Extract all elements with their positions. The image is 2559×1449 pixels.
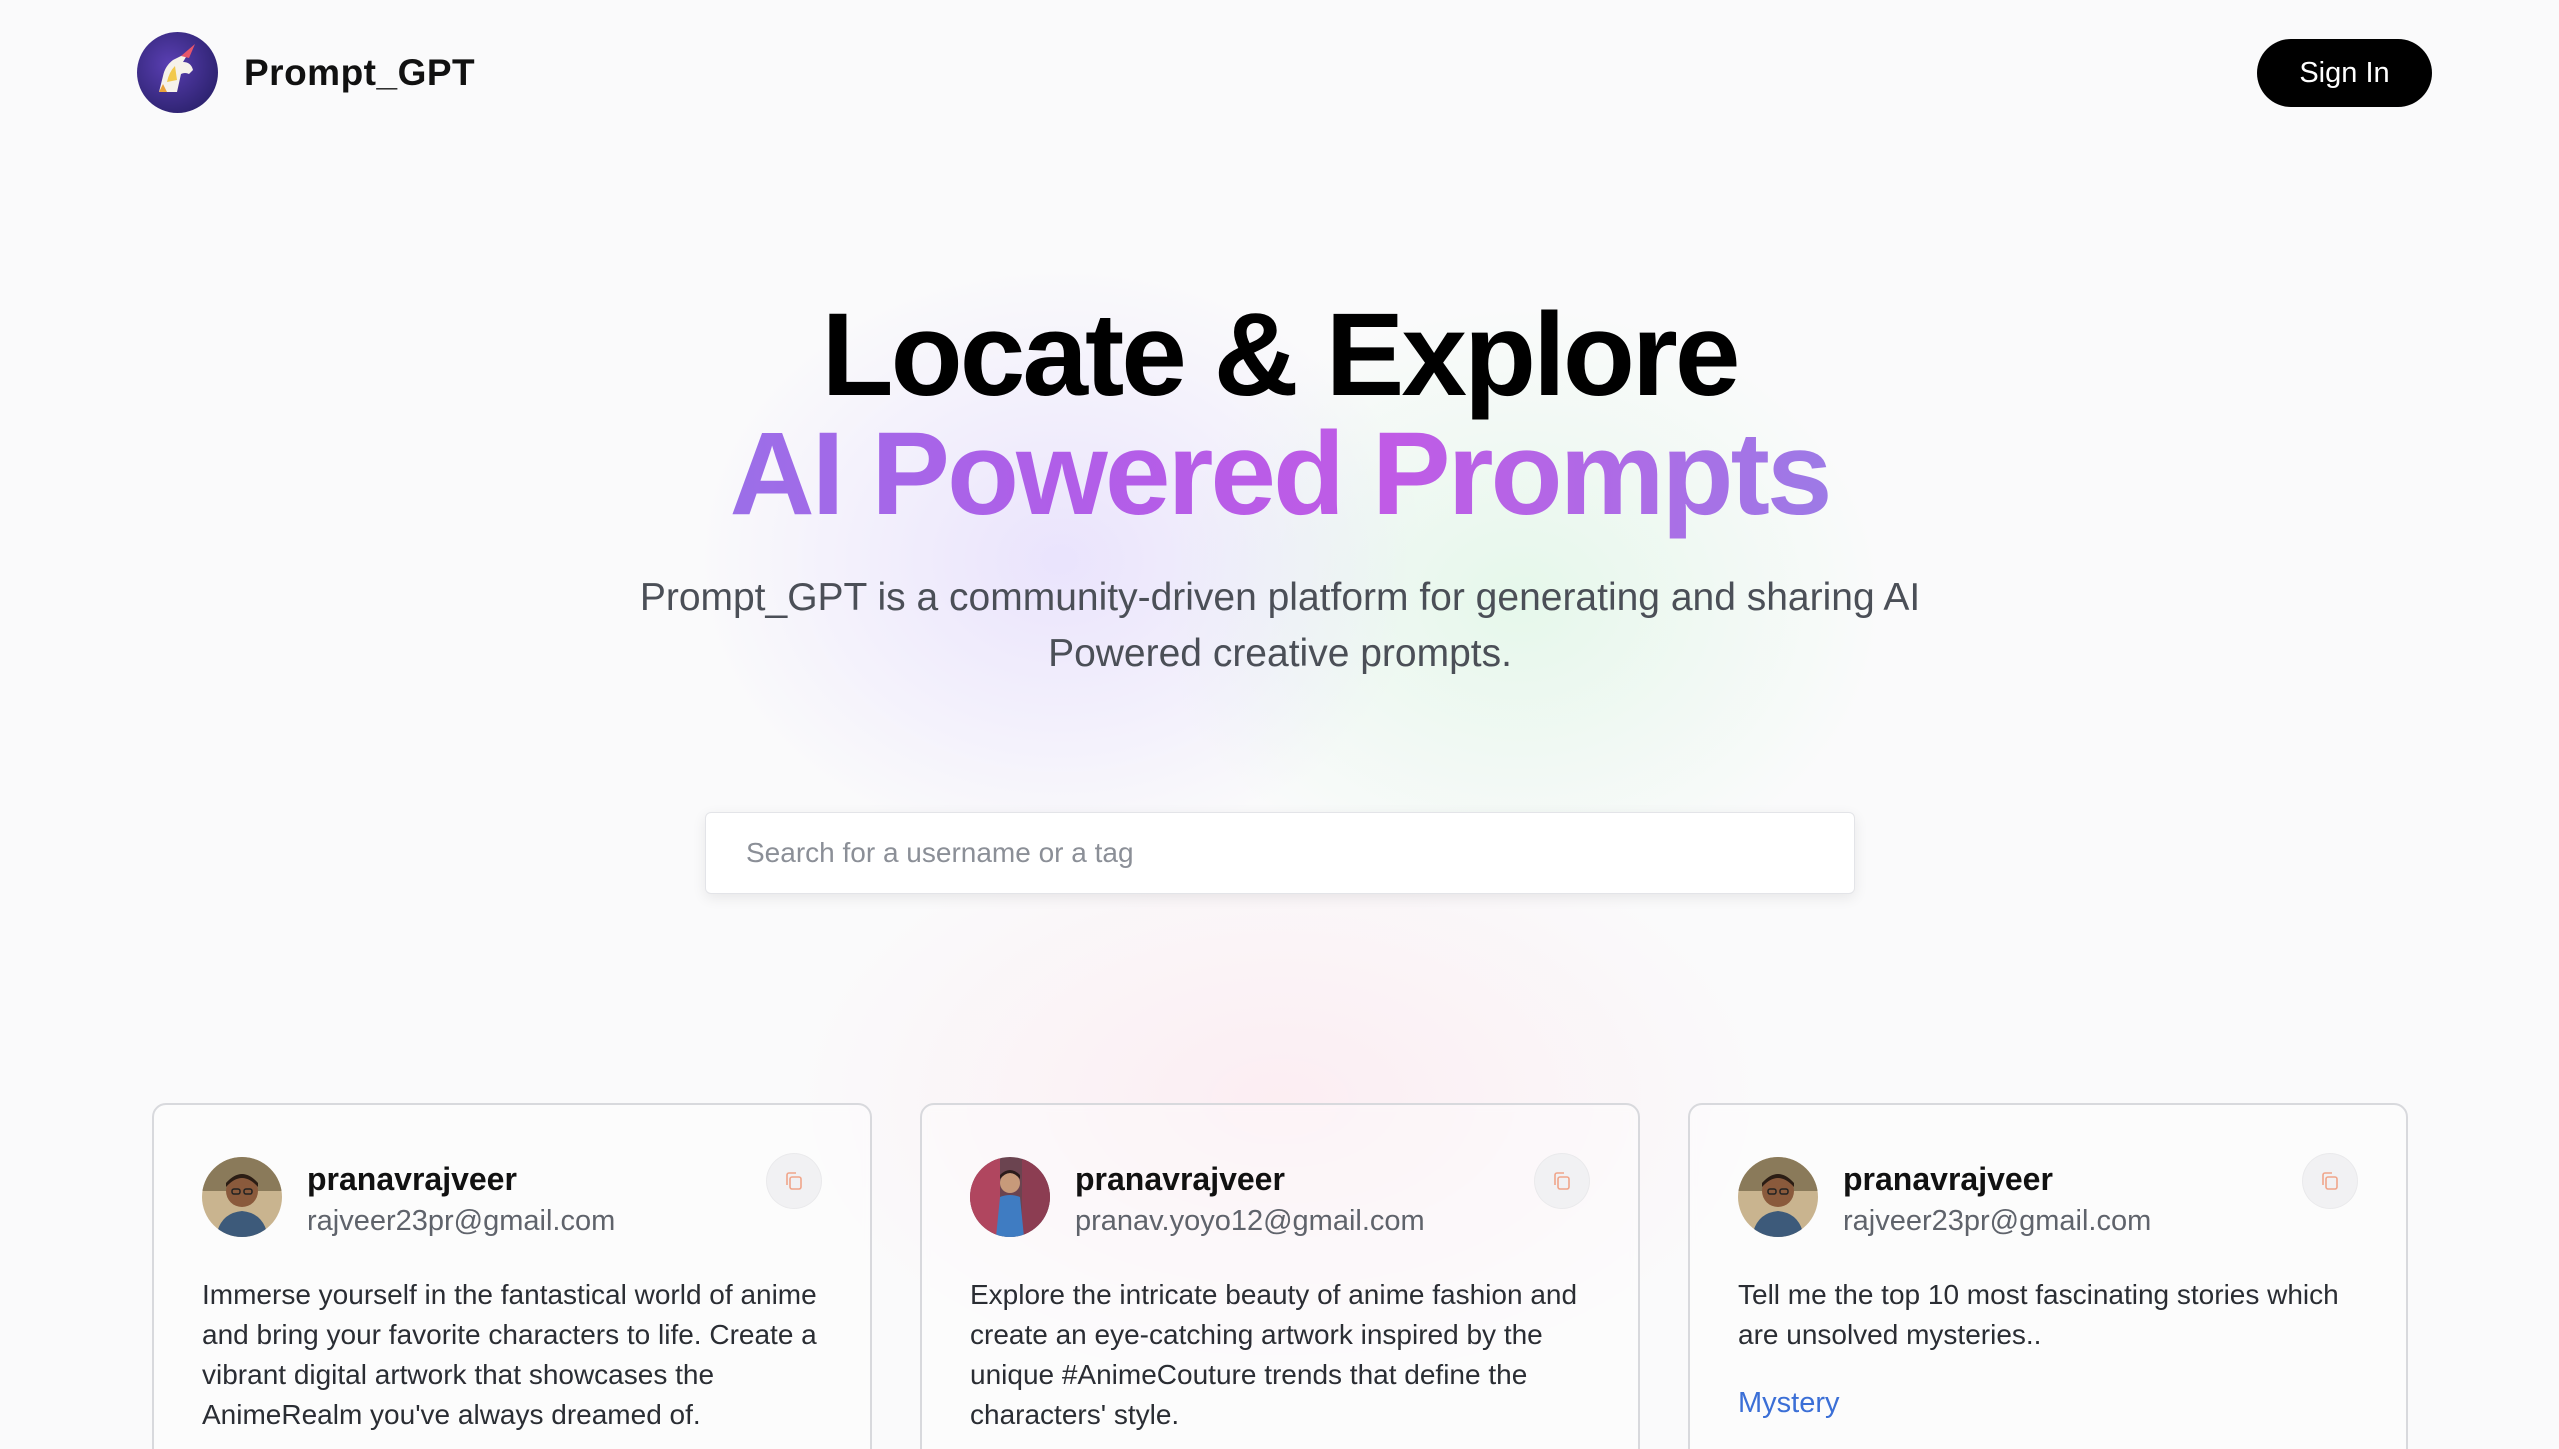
- card-email: rajveer23pr@gmail.com: [1843, 1205, 2152, 1237]
- hero-title-gradient-text: AI Powered Prompts: [729, 408, 1832, 540]
- copy-icon: [786, 1172, 802, 1190]
- card-prompt-text: Tell me the top 10 most fascinating stor…: [1738, 1279, 2339, 1350]
- avatar[interactable]: [970, 1157, 1050, 1237]
- prompt-card: pranavrajveer pranav.yoyo12@gmail.com Ex…: [920, 1103, 1640, 1449]
- brand-name: Prompt_GPT: [244, 51, 476, 93]
- card-username[interactable]: pranavrajveer: [307, 1161, 517, 1198]
- brand-link[interactable]: Prompt_GPT: [137, 32, 475, 113]
- card-tag-link[interactable]: Mystery: [1738, 1387, 1840, 1420]
- hero-subtitle: Prompt_GPT is a community-driven platfor…: [639, 576, 1921, 675]
- search-form: [705, 812, 1855, 894]
- copy-button[interactable]: [2302, 1153, 2358, 1209]
- card-email: pranav.yoyo12@gmail.com: [1075, 1205, 1425, 1237]
- card-username[interactable]: pranavrajveer: [1075, 1161, 1285, 1198]
- prompt-card: pranavrajveer rajveer23pr@gmail.com Imme…: [152, 1103, 872, 1449]
- page: Prompt_GPT Sign In Locate & Explore AI P…: [0, 0, 2559, 1449]
- hero-title-line2: AI Powered Prompts: [0, 404, 2559, 544]
- copy-icon: [1554, 1172, 1570, 1190]
- avatar[interactable]: [202, 1157, 282, 1237]
- search-input[interactable]: [706, 813, 1854, 893]
- card-username[interactable]: pranavrajveer: [1843, 1161, 2053, 1198]
- copy-icon: [2322, 1172, 2338, 1190]
- card-email: rajveer23pr@gmail.com: [307, 1205, 616, 1237]
- unicorn-logo-icon: [137, 32, 218, 113]
- sign-in-button[interactable]: Sign In: [2257, 39, 2432, 107]
- card-prompt-text: Explore the intricate beauty of anime fa…: [970, 1279, 1578, 1430]
- avatar[interactable]: [1738, 1157, 1818, 1237]
- copy-button[interactable]: [766, 1153, 822, 1209]
- card-prompt-text: Immerse yourself in the fantastical worl…: [202, 1279, 817, 1430]
- copy-button[interactable]: [1534, 1153, 1590, 1209]
- prompt-card: pranavrajveer rajveer23pr@gmail.com Tell…: [1688, 1103, 2408, 1449]
